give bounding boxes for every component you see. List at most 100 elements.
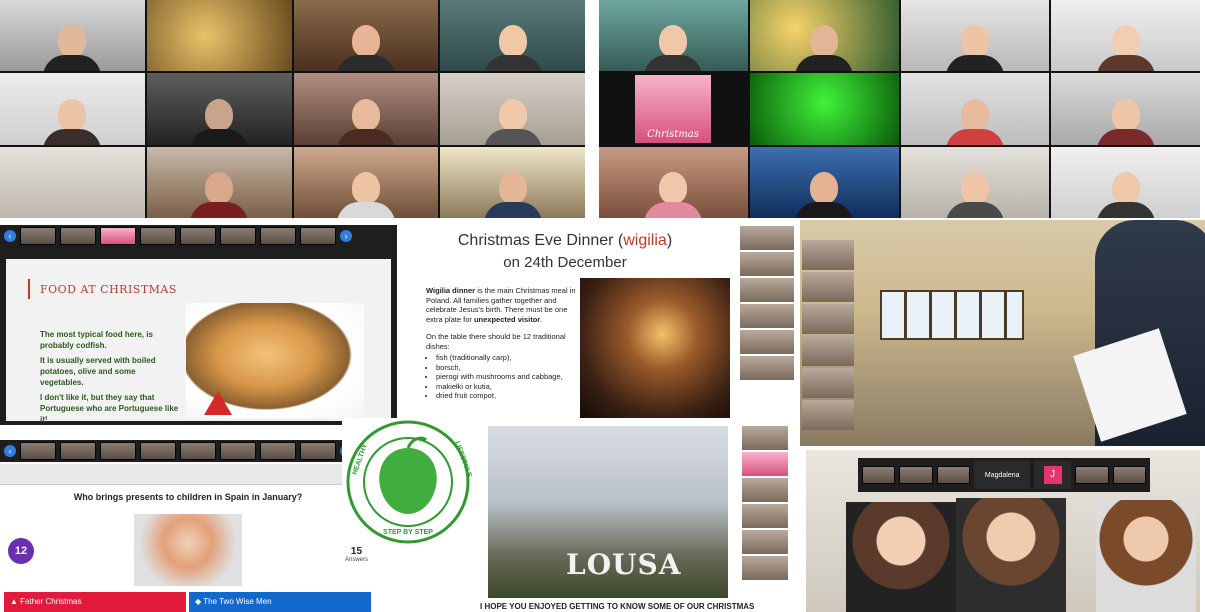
intro-end: . xyxy=(540,314,543,324)
participant-thumbnail[interactable] xyxy=(740,304,794,328)
participant-thumbnail[interactable] xyxy=(740,252,794,276)
christmas-label: Christmas xyxy=(647,129,699,141)
participant-video[interactable]: Christmas xyxy=(599,73,748,145)
lousa-slide-share: LOUSA I HOPE YOU ENJOYED GETTING TO KNOW… xyxy=(480,424,792,612)
participant-thumbnail[interactable] xyxy=(742,530,788,554)
participant-thumbnail[interactable] xyxy=(936,466,971,484)
answer-option-a[interactable]: ▲ Father Christmas xyxy=(4,592,186,612)
participant-video[interactable] xyxy=(0,0,145,72)
participant-thumbnail[interactable] xyxy=(60,227,96,245)
participant-thumbnail[interactable] xyxy=(742,556,788,580)
participant-thumbnail[interactable] xyxy=(740,226,794,250)
participant-video[interactable] xyxy=(599,146,748,218)
participant-thumbnail[interactable] xyxy=(180,442,216,460)
dish-item: borsch, xyxy=(436,363,576,373)
participant-video[interactable] xyxy=(146,73,292,145)
participant-thumbnail[interactable] xyxy=(862,466,896,484)
prev-arrow-icon[interactable]: ‹ xyxy=(4,230,16,242)
participant-thumbnail[interactable] xyxy=(802,368,854,398)
participant-thumbnail[interactable] xyxy=(220,442,256,460)
lousa-photo: LOUSA xyxy=(488,426,728,598)
participant-video[interactable] xyxy=(599,0,748,72)
side-camera-strip xyxy=(742,426,788,580)
participant-video[interactable] xyxy=(293,73,439,145)
participant-thumbnail[interactable] xyxy=(742,452,788,476)
participant-thumbnail[interactable] xyxy=(100,442,136,460)
participant-thumbnail[interactable] xyxy=(20,442,56,460)
participant-thumbnail[interactable] xyxy=(802,400,854,430)
participant-video[interactable] xyxy=(440,146,585,218)
participant-thumbnail[interactable] xyxy=(740,278,794,302)
classroom-video[interactable] xyxy=(800,220,1205,446)
wigilia-text: Wigilia dinner is the main Christmas mea… xyxy=(426,286,576,401)
slide-paragraph: I don't like it, but they say that Portu… xyxy=(40,393,179,424)
logo-emblem xyxy=(346,420,470,544)
participant-thumbnail[interactable] xyxy=(260,227,296,245)
participant-video[interactable] xyxy=(1051,146,1200,218)
timer-badge: 12 xyxy=(8,538,34,564)
participant-thumbnail[interactable] xyxy=(742,504,788,528)
prev-arrow-icon[interactable]: ‹ xyxy=(4,445,16,457)
answers-counter: 15 Answers xyxy=(345,546,368,563)
participant-thumbnail[interactable] xyxy=(20,227,56,245)
participant-thumbnail[interactable] xyxy=(899,466,933,484)
participant-thumbnail[interactable] xyxy=(1075,466,1109,484)
participant-video[interactable] xyxy=(749,73,899,145)
participant-thumbnail[interactable] xyxy=(742,478,788,502)
thumbnail-strip: ‹ › xyxy=(0,440,376,462)
participant-thumbnail[interactable] xyxy=(802,240,854,270)
logo-text-bottom: STEP BY STEP xyxy=(383,529,433,536)
participant-thumbnail[interactable] xyxy=(802,304,854,334)
participant-video[interactable] xyxy=(1051,73,1200,145)
participant-thumbnail[interactable] xyxy=(1112,466,1147,484)
participant-thumbnail[interactable] xyxy=(742,426,788,450)
participant-name-tile[interactable]: Magdalena xyxy=(974,461,1031,489)
participant-video[interactable] xyxy=(1051,0,1200,72)
participant-thumbnail[interactable] xyxy=(740,330,794,354)
dish-item: dried fruit compot, xyxy=(436,391,576,401)
dish-item: pierogi with mushrooms and cabbage, xyxy=(436,372,576,382)
participant-thumbnail[interactable] xyxy=(260,442,296,460)
participant-video[interactable] xyxy=(293,0,439,72)
participant-thumbnail[interactable] xyxy=(220,227,256,245)
participant-video[interactable] xyxy=(749,0,899,72)
wigilia-slide-share: Christmas Eve Dinner (wigilia) on 24th D… xyxy=(400,222,798,422)
participant-video[interactable] xyxy=(900,0,1050,72)
avatar-letter: J xyxy=(1043,466,1062,484)
participant-thumbnail[interactable] xyxy=(140,442,176,460)
participant-label: Magdalena xyxy=(984,471,1020,479)
intro-paragraph: Wigilia dinner is the main Christmas mea… xyxy=(426,286,576,324)
participant-thumbnail[interactable] xyxy=(802,272,854,302)
participant-thumbnail[interactable] xyxy=(100,227,136,245)
participant-video[interactable] xyxy=(440,0,585,72)
video-gallery-left xyxy=(0,0,585,218)
slide-canvas: FOOD AT CHRISTMAS The most typical food … xyxy=(6,259,391,424)
participant-thumbnail[interactable] xyxy=(140,227,176,245)
participant-video[interactable] xyxy=(146,0,292,72)
participant-video[interactable] xyxy=(0,146,145,218)
slide-paragraph: The most typical food here, is probably … xyxy=(40,330,153,350)
next-arrow-icon[interactable]: › xyxy=(340,230,352,242)
participant-video[interactable] xyxy=(293,146,439,218)
participant-strip: Magdalena J xyxy=(858,458,1150,492)
participant-thumbnail[interactable] xyxy=(300,442,336,460)
participant-video[interactable] xyxy=(900,146,1050,218)
reading-students-video[interactable]: Magdalena J xyxy=(806,450,1200,612)
participant-video[interactable] xyxy=(900,73,1050,145)
participant-video[interactable] xyxy=(440,73,585,145)
answer-b-label: The Two Wise Men xyxy=(203,597,272,606)
participant-thumbnail[interactable] xyxy=(300,227,336,245)
browser-chrome xyxy=(0,464,376,485)
participant-thumbnail[interactable] xyxy=(802,336,854,366)
participant-thumbnail[interactable] xyxy=(740,356,794,380)
participant-video[interactable] xyxy=(749,146,899,218)
answers-count: 15 xyxy=(350,546,363,557)
participant-video[interactable] xyxy=(0,73,145,145)
answer-option-b[interactable]: ◆ The Two Wise Men xyxy=(189,592,371,612)
healthy-lifestyle-logo: HEALTHY LIFESTYLE STEP BY STEP xyxy=(342,418,474,546)
avatar-tile[interactable]: J xyxy=(1034,461,1072,489)
participant-video[interactable] xyxy=(146,146,292,218)
participant-thumbnail[interactable] xyxy=(180,227,216,245)
participant-thumbnail[interactable] xyxy=(60,442,96,460)
christmas-avatar: Christmas xyxy=(635,75,711,144)
